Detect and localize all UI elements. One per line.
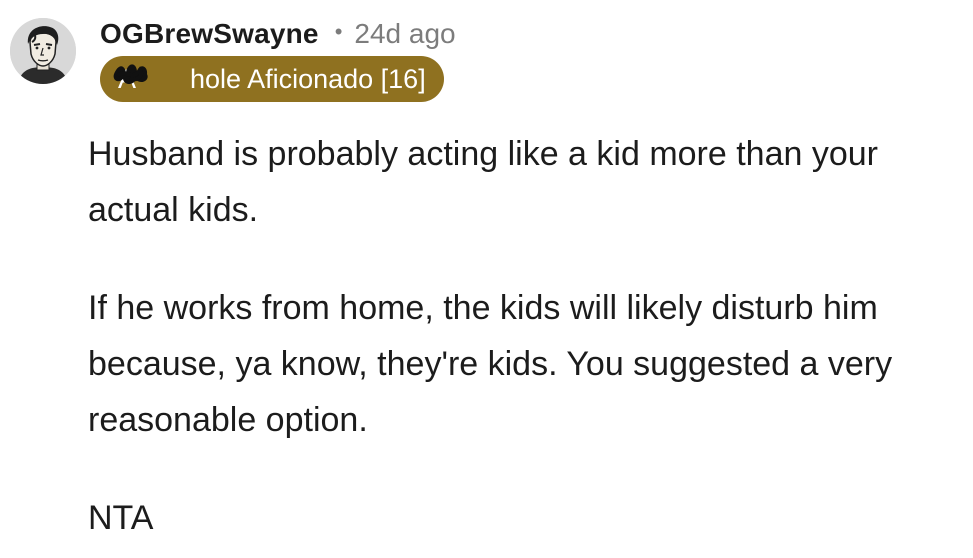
username[interactable]: OGBrewSwayne [100, 18, 319, 50]
flair-text: A hole Aficionado [16] [118, 63, 426, 94]
comment-header: OGBrewSwayne • 24d ago [100, 14, 456, 54]
comment-paragraph: NTA [88, 499, 154, 537]
redaction-scribble-icon [113, 64, 148, 85]
comment-paragraph: If he works from home, the kids will lik… [88, 289, 893, 439]
separator-dot: • [334, 19, 343, 44]
avatar-portrait-icon [10, 18, 76, 84]
avatar[interactable] [10, 18, 76, 84]
comment: OGBrewSwayne • 24d ago A hole Aficionado… [0, 0, 973, 558]
comment-body: Husband is probably acting like a kid mo… [88, 126, 968, 546]
comment-paragraph: Husband is probably acting like a kid mo… [88, 135, 878, 229]
timestamp: 24d ago [354, 18, 456, 49]
user-flair: A hole Aficionado [16] [100, 56, 444, 102]
